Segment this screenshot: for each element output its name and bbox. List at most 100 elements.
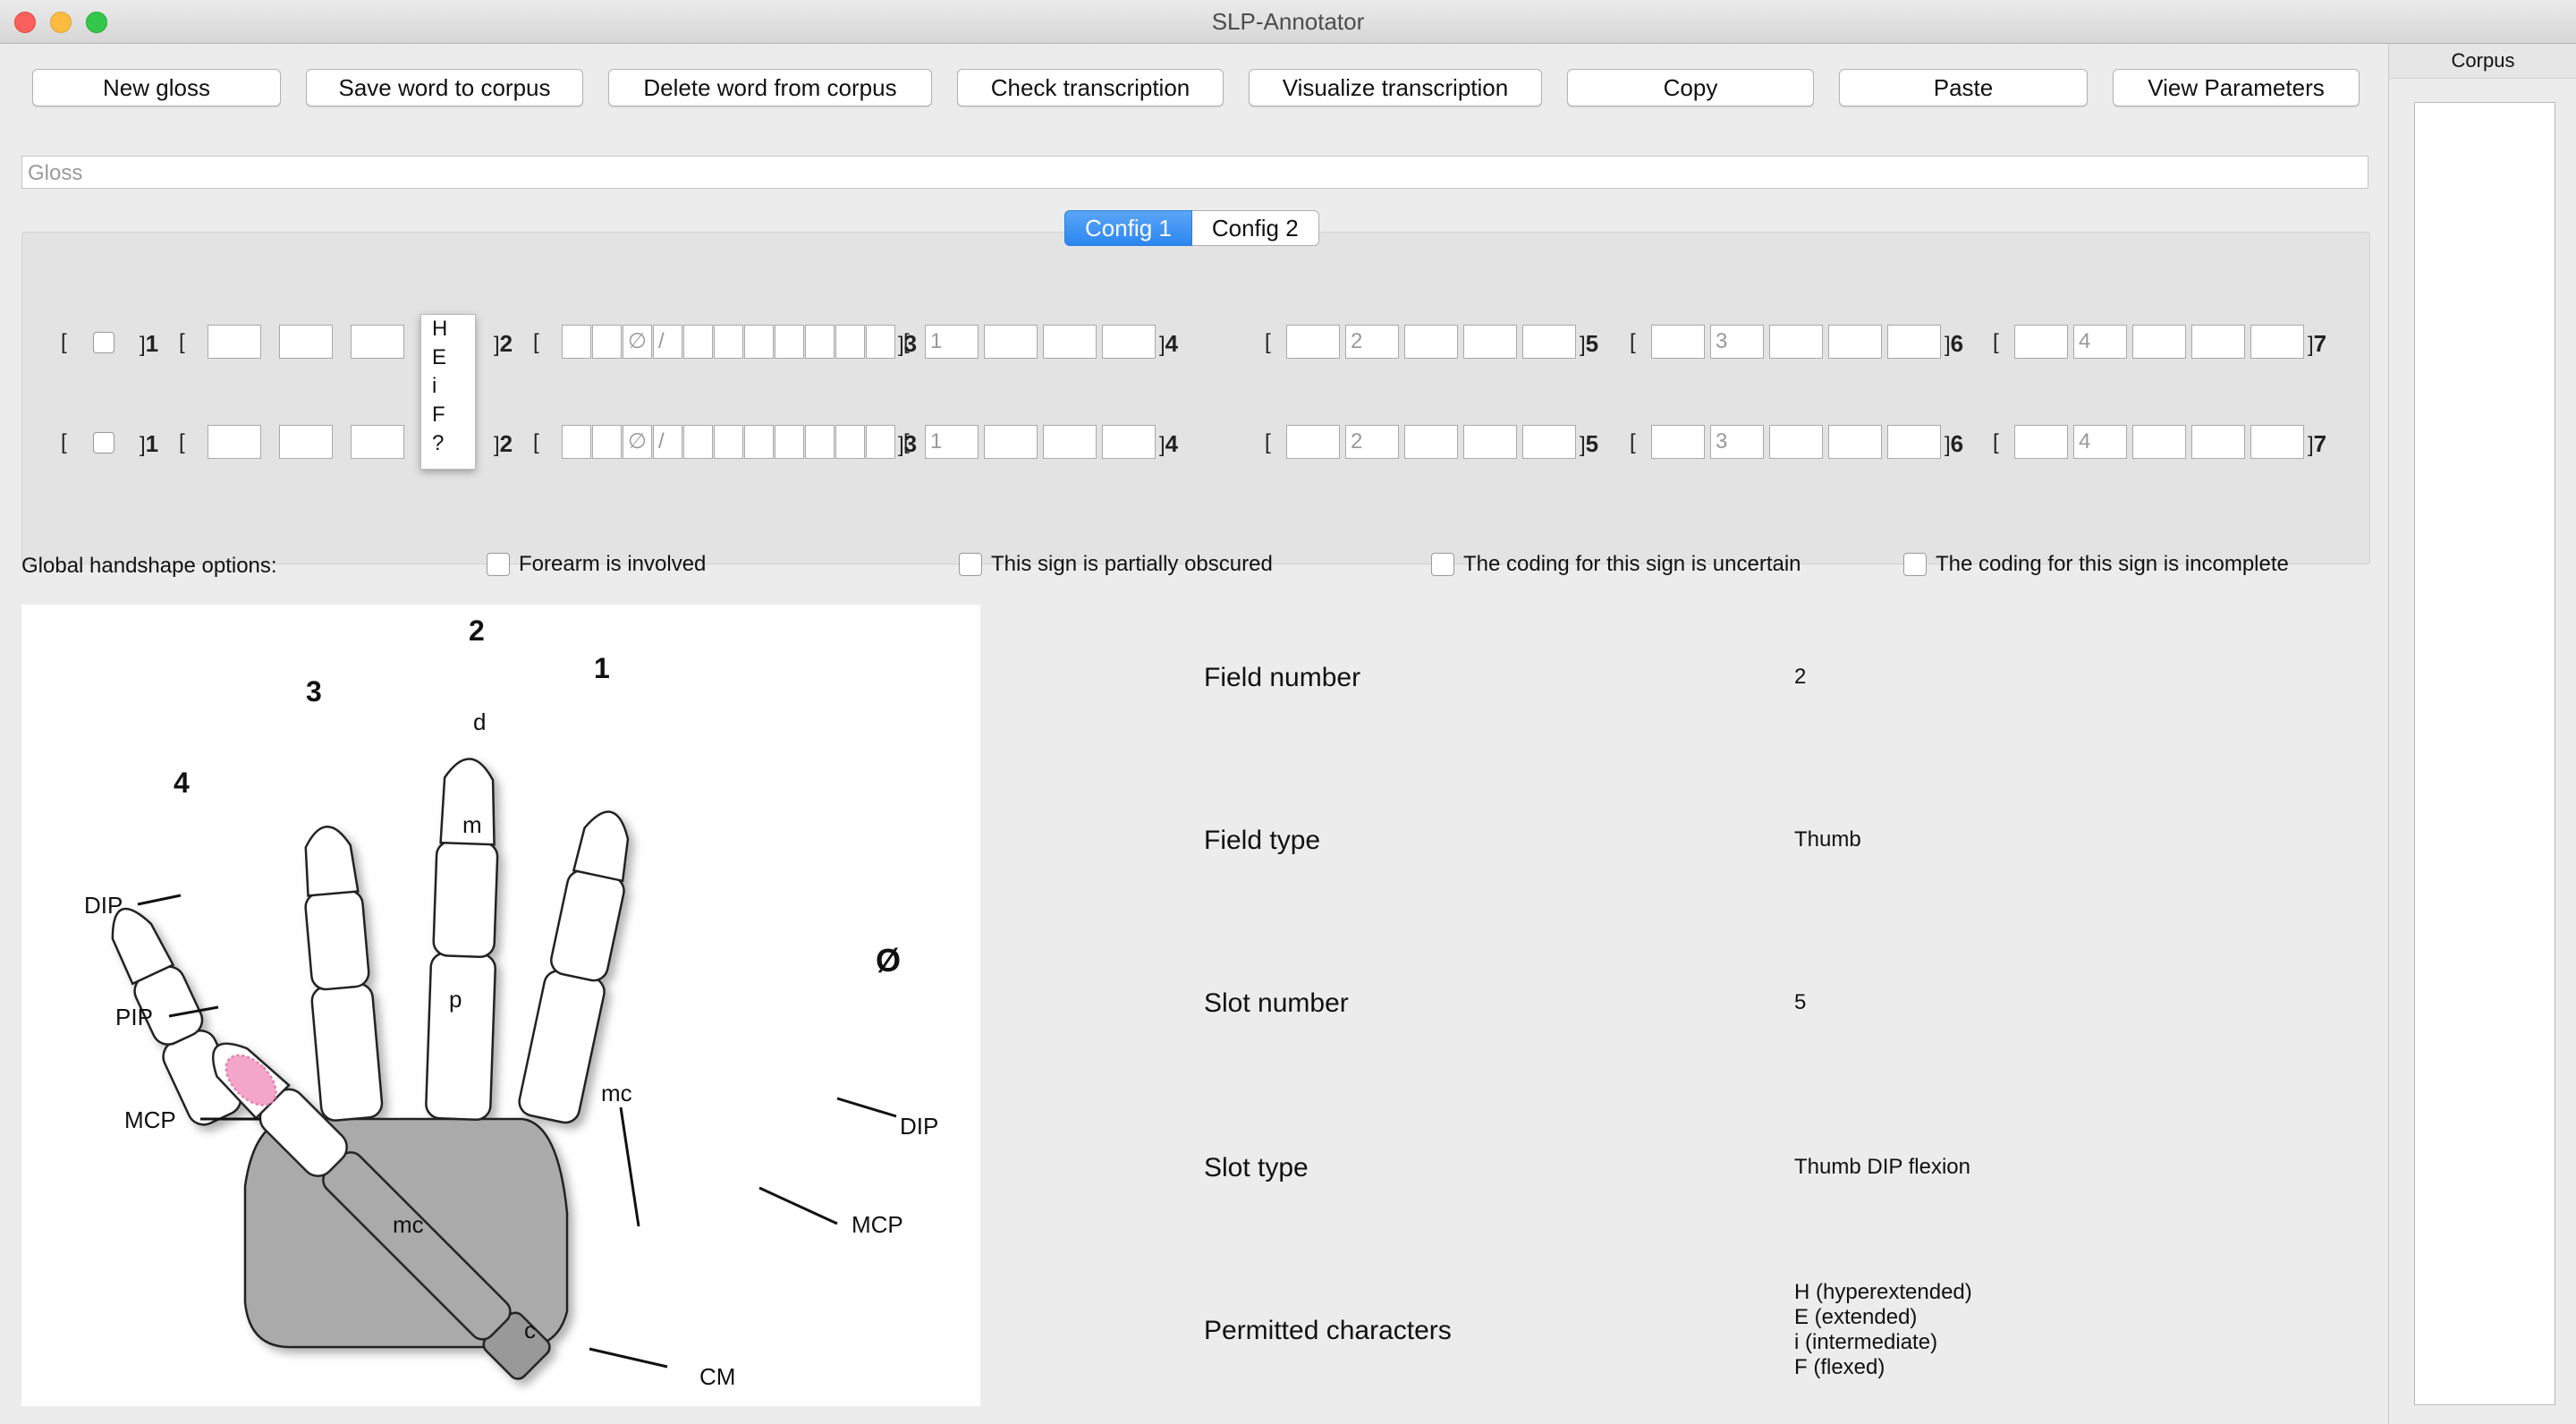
corpus-list[interactable] (2414, 102, 2555, 1405)
field-subscript: 6 (1950, 330, 1964, 357)
slot-input[interactable] (2250, 425, 2304, 459)
slot-input[interactable] (1102, 325, 1156, 359)
popup-option[interactable]: ? (421, 429, 475, 458)
slot-input[interactable] (2014, 325, 2068, 359)
save-word-button[interactable]: Save word to corpus (306, 69, 583, 106)
slot-input[interactable] (1769, 325, 1823, 359)
slot-input[interactable] (2132, 325, 2186, 359)
hand-diagram-svg: 4 3 2 1 Ø DIP PIP MCP mc DIP MCP CM mc c… (84, 615, 938, 1390)
slot-input[interactable] (1404, 425, 1458, 459)
field-bracket: ]4 (1159, 430, 1179, 457)
slot-input[interactable]: 1 (925, 325, 979, 359)
slot-input[interactable] (683, 425, 713, 459)
slot-input[interactable] (279, 425, 333, 459)
slot-type-value: Thumb DIP flexion (1794, 1155, 1970, 1179)
slot-input[interactable] (1769, 425, 1823, 459)
slot-input[interactable]: 2 (1345, 425, 1399, 459)
slot-input[interactable]: ∅ (623, 425, 652, 459)
new-gloss-button[interactable]: New gloss (32, 69, 281, 106)
slot-input[interactable]: 3 (1710, 425, 1764, 459)
checkbox[interactable] (487, 553, 510, 576)
slot-input[interactable] (866, 325, 895, 359)
slot-input[interactable] (562, 325, 591, 359)
slot-input[interactable] (984, 325, 1038, 359)
popup-option[interactable]: F (421, 401, 475, 429)
slot-input[interactable] (1463, 425, 1517, 459)
slot-input[interactable] (1522, 425, 1576, 459)
slot-input[interactable] (775, 325, 804, 359)
slot-input[interactable] (2250, 325, 2304, 359)
slot-input[interactable] (2191, 425, 2245, 459)
copy-button[interactable]: Copy (1567, 69, 1814, 106)
checkbox[interactable] (1431, 553, 1454, 576)
slot-input[interactable] (2014, 425, 2068, 459)
checkbox[interactable] (1903, 553, 1927, 576)
slot-input[interactable] (984, 425, 1038, 459)
popup-option[interactable]: E (421, 343, 475, 372)
slot-input[interactable] (805, 425, 835, 459)
forearm-option[interactable]: Forearm is involved (487, 552, 706, 577)
slot-input[interactable] (866, 425, 895, 459)
tab-config-1[interactable]: Config 1 (1064, 210, 1192, 246)
uncertain-option[interactable]: The coding for this sign is uncertain (1431, 552, 1801, 577)
slot-input[interactable] (1887, 425, 1941, 459)
slot-input[interactable] (1522, 325, 1576, 359)
slot-input[interactable] (279, 325, 333, 359)
slot-input[interactable] (2191, 325, 2245, 359)
gloss-input[interactable]: Gloss (21, 156, 2368, 189)
slot-input[interactable] (1043, 425, 1097, 459)
tab-config-2[interactable]: Config 2 (1191, 210, 1319, 246)
slot-input[interactable] (208, 325, 261, 359)
slot-input[interactable] (562, 425, 591, 459)
slot-input[interactable] (835, 325, 865, 359)
slot-input[interactable] (1651, 325, 1705, 359)
slot-input[interactable]: 3 (1710, 325, 1764, 359)
slot-input[interactable] (592, 325, 622, 359)
option-label: This sign is partially obscured (991, 552, 1273, 576)
slot-input[interactable] (1043, 325, 1097, 359)
slot-input[interactable] (351, 425, 404, 459)
slot-input[interactable] (1286, 425, 1340, 459)
slot-input[interactable] (1286, 325, 1340, 359)
check-transcription-button[interactable]: Check transcription (957, 69, 1224, 106)
slot-input[interactable] (835, 425, 865, 459)
slot-input[interactable] (1463, 325, 1517, 359)
visualize-transcription-button[interactable]: Visualize transcription (1249, 69, 1542, 106)
popup-option[interactable]: i (421, 372, 475, 401)
field-bracket: [ (61, 430, 67, 454)
field-1-checkbox[interactable] (93, 332, 114, 353)
delete-word-button[interactable]: Delete word from corpus (608, 69, 932, 106)
view-parameters-button[interactable]: View Parameters (2113, 69, 2360, 106)
slot-input[interactable] (1102, 425, 1156, 459)
slot-input[interactable] (683, 325, 713, 359)
slot-input[interactable]: 1 (925, 425, 979, 459)
obscured-option[interactable]: This sign is partially obscured (959, 552, 1273, 577)
slot-input[interactable] (744, 325, 774, 359)
incomplete-option[interactable]: The coding for this sign is incomplete (1903, 552, 2289, 577)
slot-input[interactable] (1651, 425, 1705, 459)
field-1-checkbox[interactable] (93, 432, 114, 453)
slot-input[interactable]: 2 (1345, 325, 1399, 359)
slot-input[interactable] (1404, 325, 1458, 359)
slot-input[interactable]: / (653, 325, 682, 359)
slot-input[interactable] (1828, 325, 1882, 359)
popup-option[interactable]: H (421, 315, 475, 343)
slot-input[interactable] (714, 425, 743, 459)
paste-button[interactable]: Paste (1839, 69, 2088, 106)
slot-input[interactable] (714, 325, 743, 359)
slot-input[interactable] (775, 425, 804, 459)
slot-input[interactable] (744, 425, 774, 459)
checkbox[interactable] (959, 553, 982, 576)
slot-input[interactable] (208, 425, 261, 459)
slot-input[interactable] (351, 325, 404, 359)
slot-input[interactable]: 4 (2073, 425, 2127, 459)
slot-input[interactable] (1828, 425, 1882, 459)
slot-number-value: 5 (1794, 990, 1807, 1014)
slot-input[interactable] (805, 325, 835, 359)
slot-input[interactable] (592, 425, 622, 459)
slot-input[interactable] (2132, 425, 2186, 459)
slot-input[interactable]: 4 (2073, 325, 2127, 359)
slot-input[interactable]: / (653, 425, 682, 459)
slot-input[interactable] (1887, 325, 1941, 359)
slot-input[interactable]: ∅ (623, 325, 652, 359)
